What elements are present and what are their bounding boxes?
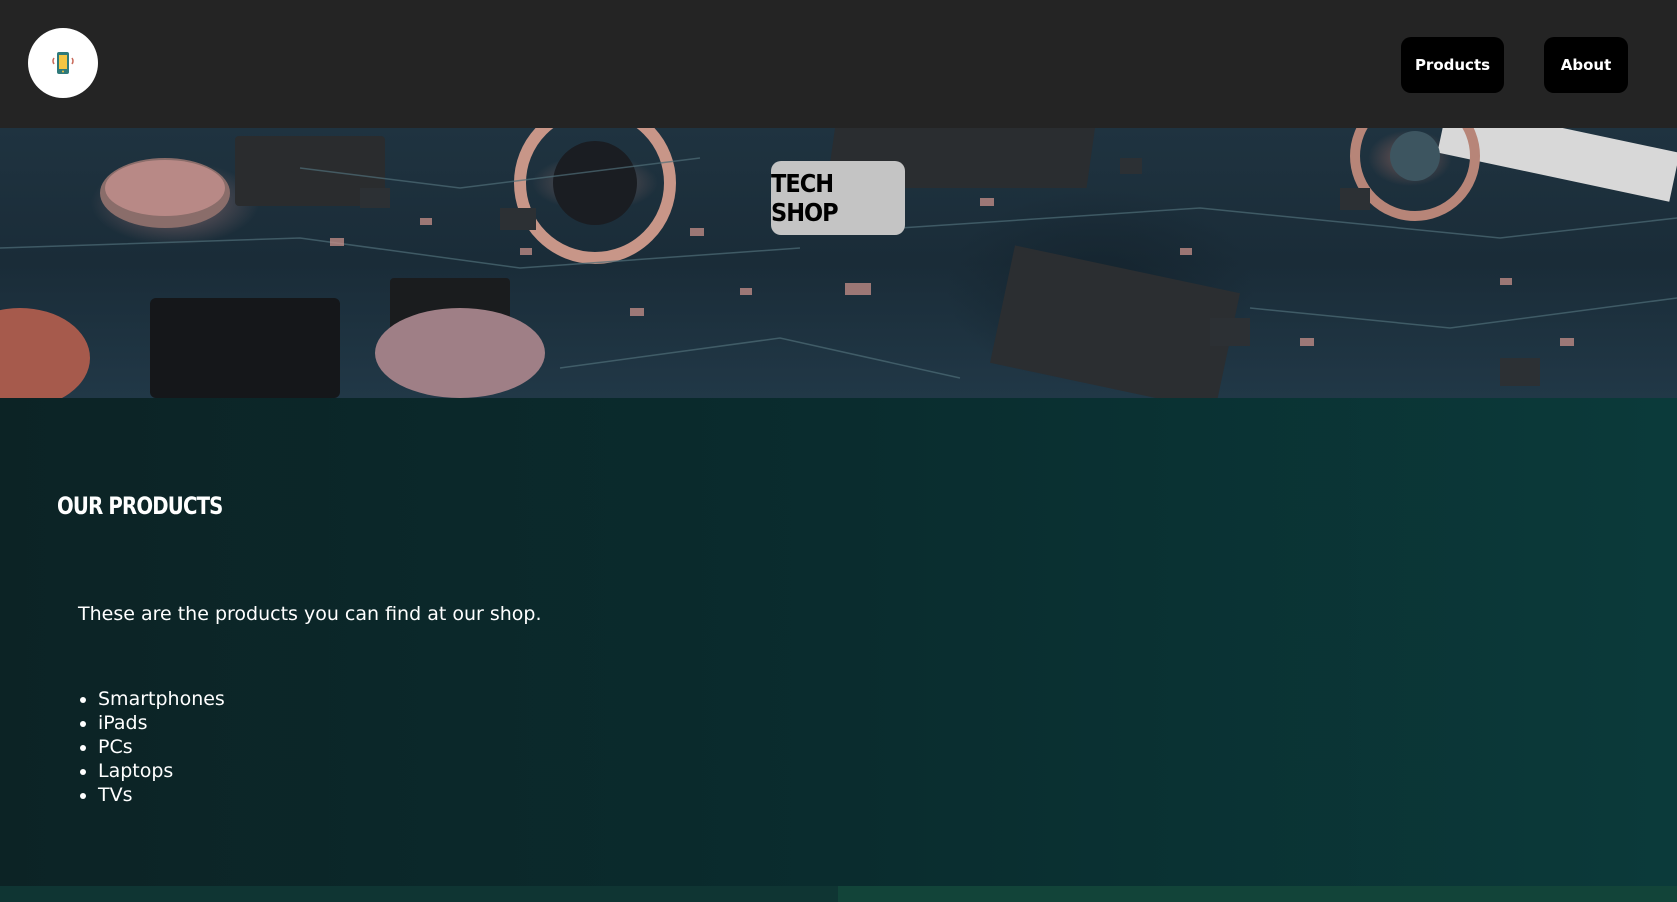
list-item: TVs bbox=[98, 783, 225, 807]
list-item: Smartphones bbox=[98, 687, 225, 711]
list-item: PCs bbox=[98, 735, 225, 759]
nav-products-button[interactable]: Products bbox=[1401, 37, 1504, 93]
site-header: Products About bbox=[0, 0, 1677, 128]
list-item: iPads bbox=[98, 711, 225, 735]
intro-text: These are the products you can find at o… bbox=[78, 603, 542, 625]
products-section: OUR PRODUCTS These are the products you … bbox=[0, 398, 1677, 886]
smartphone-icon bbox=[52, 52, 74, 74]
hero-title: TECH SHOP bbox=[771, 161, 905, 235]
list-item: Laptops bbox=[98, 759, 225, 783]
footer-strip bbox=[838, 886, 1677, 902]
nav-about-button[interactable]: About bbox=[1544, 37, 1628, 93]
footer-strip bbox=[0, 886, 838, 902]
logo[interactable] bbox=[28, 28, 98, 98]
product-list: Smartphones iPads PCs Laptops TVs bbox=[98, 687, 225, 807]
hero-banner: TECH SHOP bbox=[0, 128, 1677, 398]
section-title: OUR PRODUCTS bbox=[57, 492, 223, 520]
